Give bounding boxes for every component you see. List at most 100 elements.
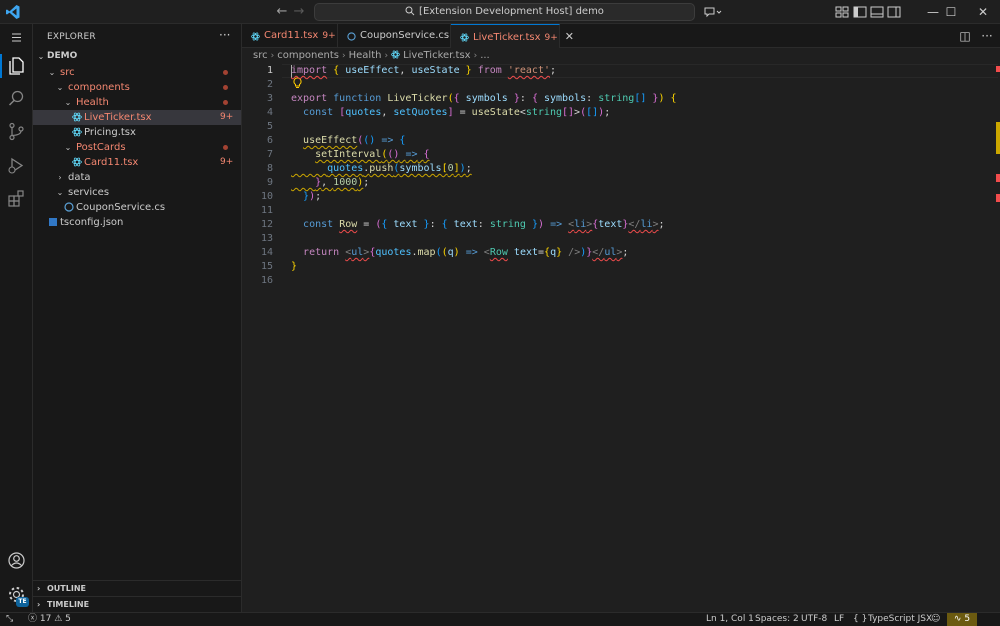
- forward-arrow-icon[interactable]: →: [290, 3, 308, 21]
- react-file-icon: [72, 127, 82, 137]
- problems-indicator[interactable]: ⓧ 17 ⚠ 5: [28, 613, 71, 626]
- error-dot: [223, 145, 228, 150]
- tree-folder[interactable]: ⌄ Health: [33, 95, 241, 110]
- tab-card11[interactable]: Card11.tsx 9+: [242, 24, 338, 48]
- code-line: import { useEffect, useState } from 'rea…: [291, 65, 557, 76]
- more-actions-icon[interactable]: ···: [219, 28, 230, 42]
- line-number: 8: [266, 163, 273, 174]
- toggle-secondary-sidebar-icon[interactable]: [886, 4, 902, 20]
- encoding[interactable]: UTF-8: [801, 613, 827, 626]
- tree-file[interactable]: Card11.tsx 9+: [33, 155, 241, 170]
- title-bar: ← → [Extension Development Host] demo — …: [0, 0, 1000, 24]
- react-file-icon: [251, 32, 260, 41]
- line-number: 9: [266, 177, 273, 188]
- react-file-icon: [460, 33, 469, 42]
- tree-item-label: CouponService.cs: [76, 202, 166, 213]
- copilot-chat-icon[interactable]: [703, 4, 723, 20]
- code-line: return <ul>{quotes.map((q) => <Row text=…: [303, 247, 629, 258]
- toggle-primary-sidebar-icon[interactable]: [852, 4, 868, 20]
- tree-folder[interactable]: › data: [33, 170, 241, 185]
- breadcrumb-symbol[interactable]: ...: [480, 50, 490, 61]
- extensions-icon[interactable]: [6, 188, 27, 209]
- profile-badge: TE: [16, 597, 29, 607]
- tree-folder[interactable]: ⌄ components: [33, 80, 241, 95]
- remote-indicator-icon[interactable]: ⤡: [6, 613, 13, 626]
- toggle-panel-icon[interactable]: [869, 4, 885, 20]
- code-line: const [quotes, setQuotes] = useState<str…: [303, 107, 611, 118]
- chevron-down-icon: ⌄: [48, 68, 56, 77]
- breadcrumb-components[interactable]: components: [277, 50, 339, 61]
- problem-count-badge: 9+: [220, 112, 234, 122]
- line-number: 12: [260, 219, 273, 230]
- code-line: useEffect(() => {: [303, 135, 406, 146]
- code-editor[interactable]: 1 2 3 4 5 6 7 8 9 10 11 12 13 14 15 16 import { useEffe…: [242, 64, 1000, 612]
- csharp-file-icon: [64, 202, 74, 212]
- line-number: 7: [266, 149, 273, 160]
- search-view-icon[interactable]: [6, 88, 27, 109]
- language-braces-icon[interactable]: { }: [853, 613, 867, 626]
- tree-item-label: components: [68, 82, 130, 93]
- code-line: const Row = ({ text }: { text: string })…: [303, 219, 665, 230]
- source-control-icon[interactable]: [6, 121, 27, 142]
- code-line: }: [291, 261, 298, 272]
- code-line: }, 1000);: [315, 177, 370, 188]
- language-mode[interactable]: TypeScript JSX: [868, 613, 932, 626]
- line-number: 5: [266, 121, 273, 132]
- csharp-file-icon: [347, 32, 356, 41]
- chevron-down-icon: ⌄: [64, 98, 72, 107]
- editor-tabs: Card11.tsx 9+ CouponService.cs LiveTicker…: [242, 24, 1000, 48]
- more-editor-actions-icon[interactable]: ···: [980, 29, 994, 43]
- close-window-icon[interactable]: ✕: [965, 0, 1000, 24]
- line-number: 4: [266, 107, 273, 118]
- line-ending[interactable]: LF: [834, 613, 844, 626]
- tree-file[interactable]: tsconfig.json: [33, 215, 241, 230]
- tab-couponservice[interactable]: CouponService.cs: [338, 24, 451, 48]
- customize-layout-icon[interactable]: [834, 4, 850, 20]
- chevron-down-icon: ⌄: [56, 188, 64, 197]
- scrollbar-error-marker: [996, 194, 1000, 202]
- problem-count-badge: 9+: [220, 157, 234, 167]
- breadcrumb-src[interactable]: src: [253, 50, 268, 61]
- breadcrumb-file[interactable]: LiveTicker.tsx: [403, 50, 471, 61]
- tree-file[interactable]: Pricing.tsx: [33, 125, 241, 140]
- vscode-logo-icon[interactable]: [5, 4, 21, 20]
- scrollbar-error-marker: [996, 174, 1000, 182]
- breadcrumb-health[interactable]: Health: [349, 50, 382, 61]
- outline-section[interactable]: › OUTLINE: [33, 580, 241, 596]
- cursor-position[interactable]: Ln 1, Col 1: [706, 613, 754, 626]
- run-debug-icon[interactable]: [6, 155, 27, 176]
- explorer-title: EXPLORER: [47, 32, 96, 42]
- tree-folder[interactable]: ⌄ src: [33, 65, 241, 80]
- breadcrumb: src › components › Health › LiveTicker.tsx ›...: [242, 48, 1000, 64]
- tree-file[interactable]: LiveTicker.tsx 9+: [33, 110, 241, 125]
- accounts-icon[interactable]: [6, 550, 27, 571]
- error-dot: [223, 85, 228, 90]
- tree-folder[interactable]: ⌄ PostCards: [33, 140, 241, 155]
- back-arrow-icon[interactable]: ←: [273, 3, 291, 21]
- tree-item-label: src: [60, 67, 75, 78]
- scrollbar-error-marker: [996, 66, 1000, 72]
- close-tab-icon[interactable]: ✕: [565, 30, 574, 43]
- lightbulb-icon[interactable]: [292, 77, 303, 89]
- notifications-badge[interactable]: ∿ 5: [947, 613, 977, 626]
- line-number: 13: [260, 233, 273, 244]
- activity-bar: [0, 24, 33, 612]
- tree-root[interactable]: ⌄ DEMO: [33, 49, 241, 64]
- maximize-icon[interactable]: ☐: [933, 0, 969, 24]
- explorer-icon[interactable]: [6, 55, 27, 76]
- tree-folder[interactable]: ⌄ services: [33, 185, 241, 200]
- tree-item-label: Card11.tsx: [84, 157, 139, 168]
- code-line: });: [303, 191, 322, 202]
- line-number: 16: [260, 275, 273, 286]
- timeline-section[interactable]: › TIMELINE: [33, 596, 241, 612]
- scrollbar-warning-marker: [996, 122, 1000, 154]
- tab-liveticker[interactable]: LiveTicker.tsx 9+ ✕: [451, 24, 574, 48]
- menu-icon[interactable]: [6, 27, 27, 48]
- split-editor-icon[interactable]: ◫: [958, 29, 972, 43]
- tree-file[interactable]: CouponService.cs: [33, 200, 241, 215]
- indentation[interactable]: Spaces: 2: [755, 613, 799, 626]
- react-file-icon: [72, 112, 82, 122]
- tree-item-label: services: [68, 187, 110, 198]
- command-center-search[interactable]: [Extension Development Host] demo: [314, 3, 695, 21]
- copilot-icon[interactable]: ☺: [931, 613, 940, 626]
